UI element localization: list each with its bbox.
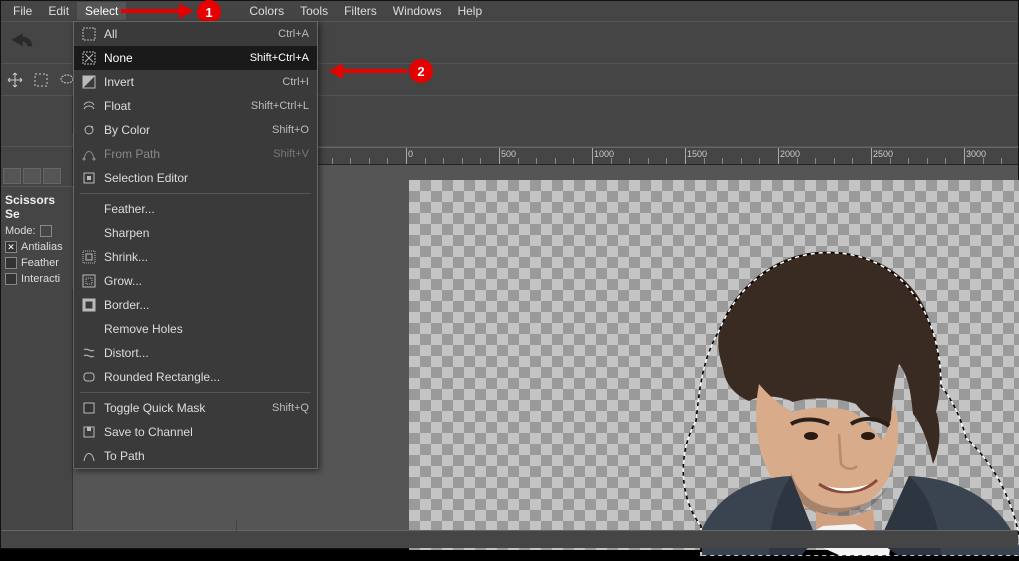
menuitem-label: By Color [104,123,272,137]
menuitem-label: All [104,27,278,41]
feather-label: Feather [21,257,59,269]
status-bar [1,530,1018,548]
antialias-checkbox[interactable] [5,241,17,253]
move-tool-icon[interactable] [5,70,25,90]
panel-tabs [1,166,63,186]
menuitem-label: Float [104,99,251,113]
antialias-label: Antialias [21,241,63,253]
menuitem-sharpen[interactable]: Sharpen [74,221,317,245]
menuitem-all[interactable]: AllCtrl+A [74,22,317,46]
mode-label: Mode: [5,225,36,237]
select-menu-dropdown: AllCtrl+ANoneShift+Ctrl+AInvertCtrl+IFlo… [73,21,318,469]
interactive-checkbox[interactable] [5,273,17,285]
feather-row[interactable]: Feather [3,255,74,271]
panel-tab-1[interactable] [3,168,21,184]
to-path-icon [80,448,98,464]
menuitem-label: Invert [104,75,282,89]
menu-tools[interactable]: Tools [292,2,336,20]
menuitem-accelerator: Shift+Ctrl+L [251,100,309,112]
menuitem-label: Border... [104,298,309,312]
menu-separator [80,193,311,194]
undo-icon[interactable] [5,33,37,53]
menu-help[interactable]: Help [449,2,490,20]
menuitem-accelerator: Shift+O [272,124,309,136]
blank-icon [80,321,98,337]
menuitem-selection-editor[interactable]: Selection Editor [74,166,317,190]
menuitem-grow[interactable]: Grow... [74,269,317,293]
menuitem-none[interactable]: NoneShift+Ctrl+A [74,46,317,70]
menuitem-label: None [104,51,250,65]
panel-tab-2[interactable] [23,168,41,184]
border-icon [80,297,98,313]
menuitem-label: Sharpen [104,226,309,240]
rounded-icon [80,369,98,385]
menuitem-label: Save to Channel [104,425,309,439]
side-panel [1,96,73,548]
menuitem-by-color[interactable]: By ColorShift+O [74,118,317,142]
menu-select[interactable]: Select [77,2,126,20]
feather-checkbox[interactable] [5,257,17,269]
menuitem-label: To Path [104,449,309,463]
by-color-icon [80,122,98,138]
menu-colors[interactable]: Colors [241,2,292,20]
menu-file[interactable]: File [5,2,40,20]
grow-icon [80,273,98,289]
menuitem-from-path: From PathShift+V [74,142,317,166]
from-path-icon [80,146,98,162]
menuitem-invert[interactable]: InvertCtrl+I [74,70,317,94]
menuitem-toggle-quick-mask[interactable]: Toggle Quick MaskShift+Q [74,396,317,420]
blank-icon [80,201,98,217]
tool-options-panel: Scissors Se Mode: Antialias Feather Inte… [1,186,76,289]
mode-selector[interactable] [40,225,52,237]
image-subject [641,246,1019,556]
menuitem-distort[interactable]: Distort... [74,341,317,365]
antialias-row[interactable]: Antialias [3,239,74,255]
mode-row: Mode: [3,223,74,239]
menuitem-label: Rounded Rectangle... [104,370,309,384]
menuitem-label: Shrink... [104,250,309,264]
menu-edit[interactable]: Edit [40,2,77,20]
invert-icon [80,74,98,90]
annotation-arrow-2 [331,69,407,73]
menuitem-float[interactable]: FloatShift+Ctrl+L [74,94,317,118]
menu-filters[interactable]: Filters [336,2,385,20]
annotation-arrow-1 [121,9,191,13]
menu-separator [80,392,311,393]
save-channel-icon [80,424,98,440]
interactive-label: Interacti [21,273,60,285]
interactive-row[interactable]: Interacti [3,271,74,287]
float-icon [80,98,98,114]
select-none-icon [80,50,98,66]
menuitem-accelerator: Ctrl+I [282,76,309,88]
menuitem-label: Grow... [104,274,309,288]
menuitem-label: Remove Holes [104,322,309,336]
tool-options-title: Scissors Se [3,189,74,223]
distort-icon [80,345,98,361]
menuitem-accelerator: Ctrl+A [278,28,309,40]
menuitem-label: Distort... [104,346,309,360]
menuitem-feather[interactable]: Feather... [74,197,317,221]
rect-select-icon[interactable] [31,70,51,90]
select-all-icon [80,26,98,42]
menu-windows[interactable]: Windows [385,2,450,20]
annotation-badge-2: 2 [409,59,433,83]
checkbox-icon [80,400,98,416]
menuitem-shrink[interactable]: Shrink... [74,245,317,269]
editor-icon [80,170,98,186]
menuitem-to-path[interactable]: To Path [74,444,317,468]
menuitem-label: Selection Editor [104,171,309,185]
menuitem-rounded-rectangle[interactable]: Rounded Rectangle... [74,365,317,389]
menuitem-accelerator: Shift+V [273,148,309,160]
menuitem-label: Feather... [104,202,309,216]
menuitem-remove-holes[interactable]: Remove Holes [74,317,317,341]
menuitem-label: Toggle Quick Mask [104,401,272,415]
shrink-icon [80,249,98,265]
menuitem-accelerator: Shift+Q [272,402,309,414]
menuitem-accelerator: Shift+Ctrl+A [250,52,309,64]
menuitem-save-to-channel[interactable]: Save to Channel [74,420,317,444]
panel-tab-3[interactable] [43,168,61,184]
menuitem-label: From Path [104,147,273,161]
blank-icon [80,225,98,241]
menuitem-border[interactable]: Border... [74,293,317,317]
